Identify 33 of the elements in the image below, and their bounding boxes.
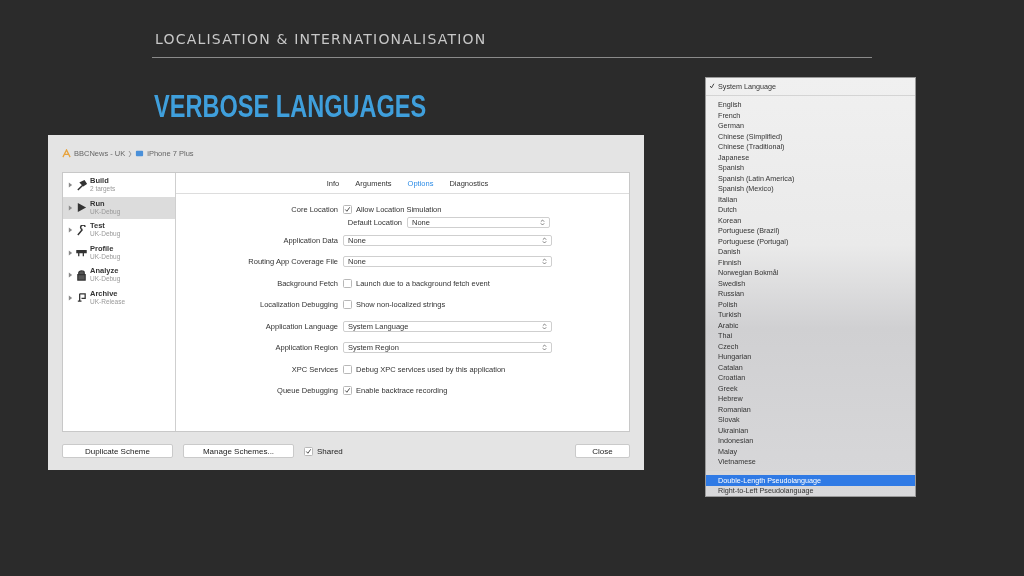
stepper-icon — [542, 236, 547, 244]
checkbox[interactable] — [343, 386, 352, 396]
wrench-icon — [76, 224, 87, 236]
hammer-icon — [76, 179, 87, 191]
slide-title: VERBOSE LANGUAGES — [154, 89, 427, 125]
checkmark-icon — [709, 83, 715, 90]
tool-icon — [76, 247, 87, 259]
section-heading: LOCALISATION & INTERNATIONALISATION — [155, 31, 487, 47]
stepper-icon — [542, 344, 547, 352]
checkbox-label: Shared — [317, 446, 343, 456]
disclosure-icon — [68, 249, 73, 256]
disclosure-icon — [68, 182, 73, 189]
archive-icon — [76, 292, 87, 304]
play-icon — [76, 202, 87, 214]
device-icon — [135, 149, 145, 158]
disclosure-icon — [68, 294, 73, 301]
disclosure-icon — [68, 272, 73, 279]
lock-icon — [76, 269, 87, 281]
chevron-icon — [128, 149, 133, 158]
stepper-icon — [540, 218, 545, 226]
stepper-icon — [542, 322, 547, 330]
close-button[interactable]: Close — [575, 444, 630, 458]
checkbox[interactable] — [343, 364, 352, 374]
disclosure-icon — [68, 204, 73, 211]
dialog-button[interactable]: Duplicate Scheme — [62, 444, 173, 458]
stepper-icon — [542, 258, 547, 266]
app-icon — [62, 149, 71, 158]
shared-checkbox[interactable] — [304, 446, 313, 456]
checkbox[interactable] — [343, 205, 352, 215]
disclosure-icon — [68, 227, 73, 234]
checkbox[interactable] — [343, 300, 352, 310]
checkbox[interactable] — [343, 278, 352, 288]
dialog-button[interactable]: Manage Schemes... — [183, 444, 294, 458]
